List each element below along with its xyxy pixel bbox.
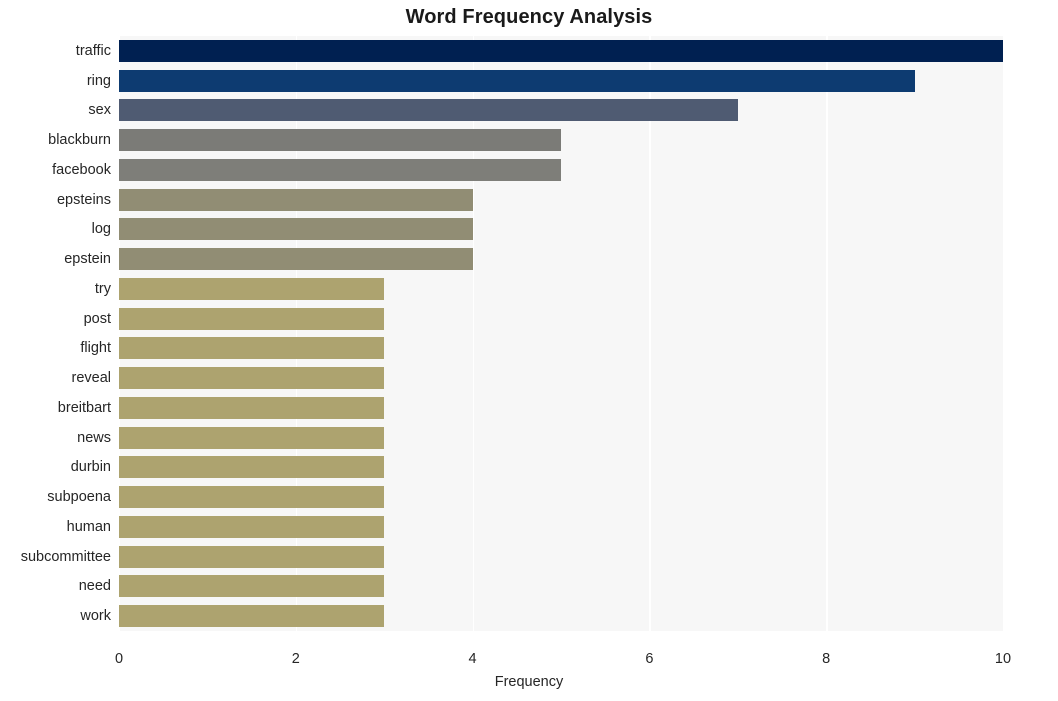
x-axis: 0 2 4 6 8 10 — [115, 631, 1011, 667]
bar-row — [119, 188, 1003, 211]
x-tick-label-10: 10 — [994, 651, 1012, 667]
bar-series — [119, 36, 1003, 631]
bar-row — [119, 456, 1003, 479]
bar-news — [119, 426, 385, 449]
bar-row — [119, 545, 1003, 568]
y-tick-label-durbin: durbin — [70, 459, 111, 476]
bar-row — [119, 575, 1003, 598]
bar-subpoena — [119, 486, 385, 509]
bar-post — [119, 307, 385, 330]
bar-row — [119, 367, 1003, 390]
y-tick-label-ring: ring — [86, 72, 111, 89]
bar-sex — [119, 99, 738, 122]
y-tick-label-subpoena: subpoena — [47, 489, 111, 506]
y-tick-label-human: human — [66, 518, 111, 535]
x-axis-label: Frequency — [494, 674, 564, 690]
bar-traffic — [119, 39, 1003, 62]
x-tick-label-0: 0 — [114, 651, 124, 667]
y-tick-label-blackburn: blackburn — [48, 132, 111, 149]
y-tick-label-post: post — [83, 310, 111, 327]
y-tick-label-log: log — [91, 221, 111, 238]
x-tick-label-2: 2 — [291, 651, 300, 667]
y-tick-label-facebook: facebook — [52, 161, 111, 178]
bar-row — [119, 426, 1003, 449]
bar-row — [119, 69, 1003, 92]
bar-human — [119, 515, 385, 538]
bar-facebook — [119, 158, 561, 181]
y-tick-label-sex: sex — [88, 102, 111, 119]
bar-blackburn — [119, 129, 561, 152]
bar-try — [119, 277, 385, 300]
bar-row — [119, 99, 1003, 122]
bar-durbin — [119, 456, 385, 479]
bar-row — [119, 129, 1003, 152]
y-tick-label-breitbart: breitbart — [57, 399, 111, 416]
bar-need — [119, 575, 385, 598]
bar-work — [119, 605, 385, 628]
y-tick-label-need: need — [78, 578, 111, 595]
y-axis: traffic ring sex blackburn facebook epsteins l… — [0, 36, 111, 631]
bar-row — [119, 307, 1003, 330]
bar-flight — [119, 337, 385, 360]
bar-breitbart — [119, 396, 385, 419]
bar-epstein — [119, 248, 473, 271]
bar-row — [119, 277, 1003, 300]
y-tick-label-epsteins: epsteins — [56, 191, 111, 208]
x-tick-label-4: 4 — [468, 651, 477, 667]
bar-row — [119, 158, 1003, 181]
bar-ring — [119, 69, 915, 92]
bar-row — [119, 218, 1003, 241]
bar-subcommittee — [119, 545, 385, 568]
y-tick-label-reveal: reveal — [71, 370, 112, 387]
plot-area — [119, 36, 1003, 631]
bar-log — [119, 218, 473, 241]
y-tick-label-epstein: epstein — [64, 251, 111, 268]
y-tick-label-work: work — [80, 608, 111, 625]
y-tick-label-subcommittee: subcommittee — [20, 548, 111, 565]
bar-reveal — [119, 367, 385, 390]
bar-row — [119, 486, 1003, 509]
y-tick-label-news: news — [77, 429, 111, 446]
x-tick-label-8: 8 — [822, 651, 831, 667]
y-tick-label-try: try — [94, 280, 111, 297]
bar-row — [119, 515, 1003, 538]
chart-figure: Word Frequency Analysis traffic ring sex bl… — [0, 0, 1058, 701]
x-tick-label-6: 6 — [645, 651, 654, 667]
page-title: Word Frequency Analysis — [405, 6, 653, 28]
bar-row — [119, 396, 1003, 419]
y-tick-label-flight: flight — [80, 340, 111, 357]
bar-row — [119, 248, 1003, 271]
bar-row — [119, 605, 1003, 628]
bar-epsteins — [119, 188, 473, 211]
bar-row — [119, 39, 1003, 62]
y-tick-label-traffic: traffic — [75, 42, 111, 59]
bar-row — [119, 337, 1003, 360]
